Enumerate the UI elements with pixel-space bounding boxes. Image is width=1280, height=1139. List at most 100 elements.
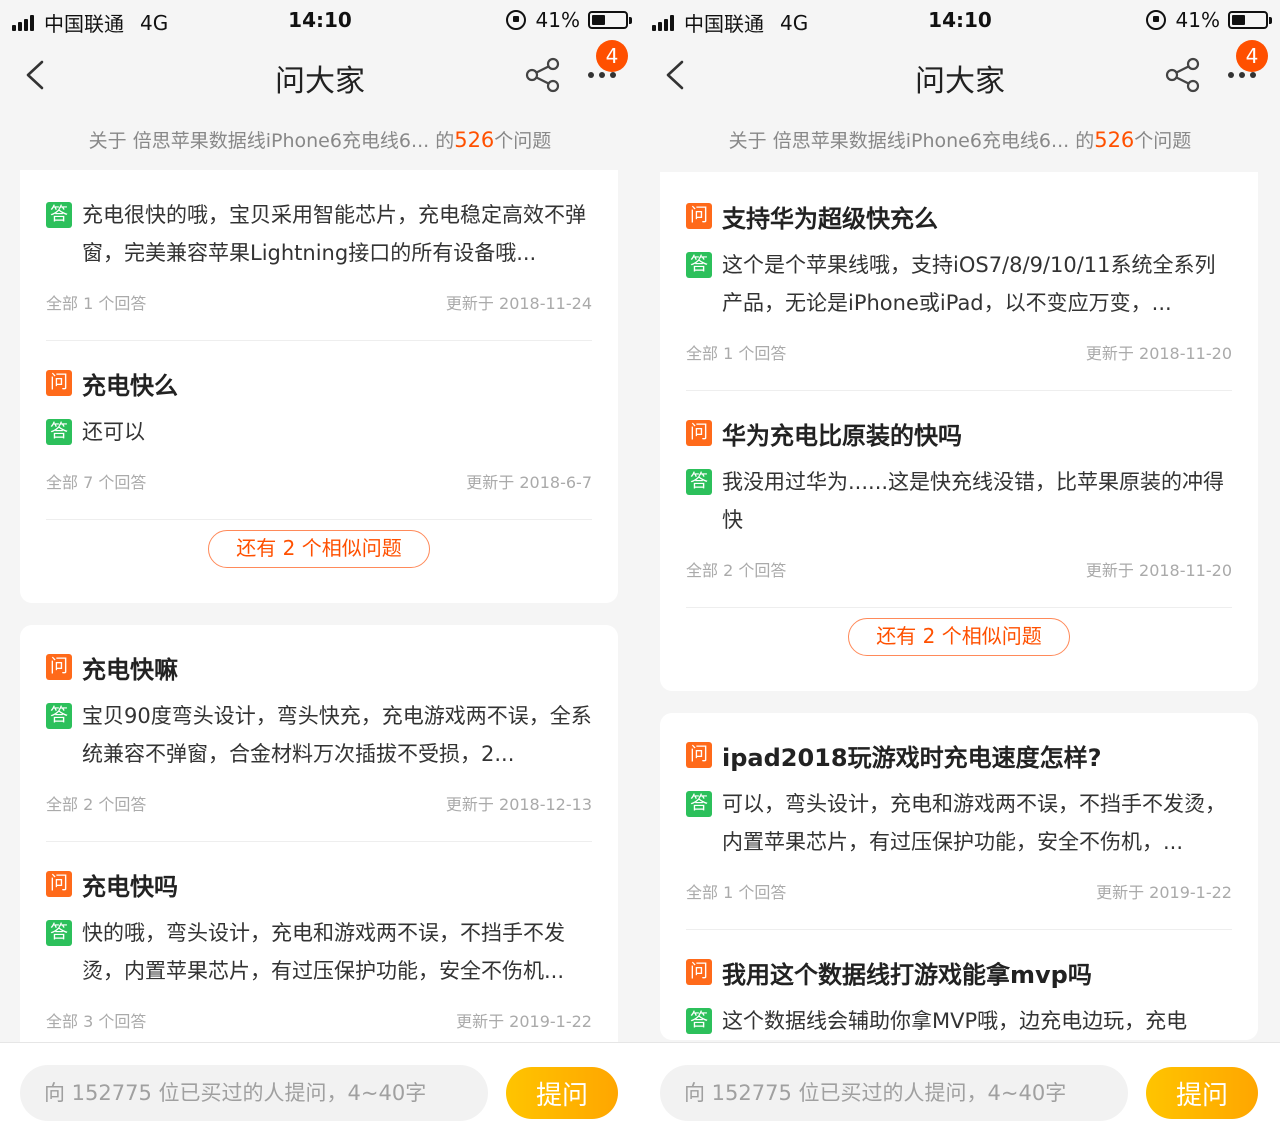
question-card: 问 支持华为超级快充么 答 这个是个苹果线哦，支持iOS7/8/9/10/11系… (660, 172, 1258, 691)
lock-rotation-icon (505, 10, 526, 30)
screen-left: 中国联通 4G 14:10 41% 问大家 4 关于 倍思苹果数据线iPhone… (0, 0, 640, 1139)
answer-text: 我没用过华为......这是快充线没错，比苹果原装的冲得快 (722, 470, 1225, 532)
question-text: 充电快么 (82, 371, 178, 400)
qa-item[interactable]: 问 我用这个数据线打游戏能拿mvp吗 答 这个数据线会辅助你拿MVP哦，边充电边… (686, 930, 1232, 1040)
answer-row: 答 快的哦，弯头设计，充电和游戏两不误，不挡手不发烫，内置苹果芯片，有过压保护功… (46, 914, 592, 990)
qa-item[interactable]: 问 充电快吗 答 快的哦，弯头设计，充电和游戏两不误，不挡手不发烫，内置苹果芯片… (46, 842, 592, 1058)
answer-row: 答 我没用过华为......这是快充线没错，比苹果原装的冲得快 (686, 463, 1232, 539)
answer-tag: 答 (686, 791, 712, 817)
share-icon[interactable] (1164, 56, 1202, 94)
answer-tag: 答 (686, 252, 712, 278)
similar-questions-button[interactable]: 还有 2 个相似问题 (208, 530, 430, 568)
answer-tag: 答 (686, 469, 712, 495)
product-name: 关于 倍思苹果数据线iPhone6充电线6... (728, 130, 1070, 152)
status-right: 41% (505, 8, 632, 32)
question-summary: 关于 倍思苹果数据线iPhone6充电线6... 的526个问题 (728, 128, 1192, 152)
answer-count: 全部 3 个回答 (46, 1012, 147, 1031)
question-count: 526 (1094, 128, 1135, 152)
question-row: 问 支持华为超级快充么 (686, 196, 1232, 236)
question-card: 问 ipad2018玩游戏时充电速度怎样? 答 可以，弯头设计，充电和游戏两不误… (660, 713, 1258, 1040)
share-icon[interactable] (524, 56, 562, 94)
question-count: 526 (454, 128, 495, 152)
answer-text: 充电很快的哦，宝贝采用智能芯片，充电稳定高效不弹窗，完美兼容苹果Lightnin… (82, 203, 586, 265)
qa-item[interactable]: 问 充电快么 答 还可以 全部 7 个回答 更新于 2018-6-7 (46, 341, 592, 520)
answer-text: 这个数据线会辅助你拿MVP哦，边充电边玩，充电 (722, 1009, 1188, 1033)
answer-tag: 答 (46, 920, 72, 946)
qa-item[interactable]: 问 充电快嘛 答 宝贝90度弯头设计，弯头快充，充电游戏两不误，全系统兼容不弹窗… (46, 625, 592, 842)
qa-item[interactable]: 问 华为充电比原装的快吗 答 我没用过华为......这是快充线没错，比苹果原装… (686, 391, 1232, 608)
question-text: 我用这个数据线打游戏能拿mvp吗 (722, 960, 1092, 989)
qa-item[interactable]: 答 充电很快的哦，宝贝采用智能芯片，充电稳定高效不弹窗，完美兼容苹果Lightn… (46, 170, 592, 341)
answer-tag: 答 (46, 703, 72, 729)
answer-tag: 答 (46, 419, 72, 445)
question-row: 问 我用这个数据线打游戏能拿mvp吗 (686, 952, 1232, 992)
battery-percent: 41% (1175, 8, 1220, 32)
question-tag: 问 (46, 654, 72, 680)
updated-date: 更新于 2018-11-20 (1085, 344, 1232, 363)
qa-meta: 全部 2 个回答 更新于 2018-12-13 (46, 773, 592, 841)
updated-date: 更新于 2018-12-13 (445, 795, 592, 814)
updated-date: 更新于 2019-1-22 (456, 1012, 592, 1031)
question-row: 问 充电快嘛 (46, 647, 592, 687)
question-text: ipad2018玩游戏时充电速度怎样? (722, 743, 1102, 772)
answer-count: 全部 7 个回答 (46, 473, 147, 492)
updated-date: 更新于 2018-11-24 (445, 294, 592, 313)
answer-row: 答 可以，弯头设计，充电和游戏两不误，不挡手不发烫，内置苹果芯片，有过压保护功能… (686, 785, 1232, 861)
answer-count: 全部 1 个回答 (686, 344, 787, 363)
answer-count: 全部 1 个回答 (686, 883, 787, 902)
answer-count: 全部 1 个回答 (46, 294, 147, 313)
status-right: 41% (1145, 8, 1272, 32)
ask-question-input[interactable] (660, 1065, 1128, 1121)
nav-bar: 问大家 4 (0, 40, 640, 112)
answer-row: 答 充电很快的哦，宝贝采用智能芯片，充电稳定高效不弹窗，完美兼容苹果Lightn… (46, 196, 592, 272)
question-list: 问 支持华为超级快充么 答 这个是个苹果线哦，支持iOS7/8/9/10/11系… (660, 172, 1258, 1062)
question-row: 问 华为充电比原装的快吗 (686, 413, 1232, 453)
answer-text: 可以，弯头设计，充电和游戏两不误，不挡手不发烫，内置苹果芯片，有过压保护功能，安… (722, 792, 1226, 854)
qa-item[interactable]: 问 支持华为超级快充么 答 这个是个苹果线哦，支持iOS7/8/9/10/11系… (686, 172, 1232, 391)
lock-rotation-icon (1145, 10, 1166, 30)
question-tag: 问 (686, 203, 712, 229)
question-tag: 问 (686, 742, 712, 768)
ask-button[interactable]: 提问 (506, 1067, 618, 1119)
updated-date: 更新于 2018-6-7 (466, 473, 592, 492)
answer-row: 答 这个是个苹果线哦，支持iOS7/8/9/10/11系统全系列产品，无论是iP… (686, 246, 1232, 322)
product-name: 关于 倍思苹果数据线iPhone6充电线6... (88, 130, 430, 152)
answer-count: 全部 2 个回答 (46, 795, 147, 814)
battery-percent: 41% (535, 8, 580, 32)
question-text: 华为充电比原装的快吗 (722, 421, 962, 450)
question-summary: 关于 倍思苹果数据线iPhone6充电线6... 的526个问题 (88, 128, 552, 152)
question-row: 问 ipad2018玩游戏时充电速度怎样? (686, 735, 1232, 775)
question-card: 问 充电快嘛 答 宝贝90度弯头设计，弯头快充，充电游戏两不误，全系统兼容不弹窗… (20, 625, 618, 1058)
question-list: 答 充电很快的哦，宝贝采用智能芯片，充电稳定高效不弹窗，完美兼容苹果Lightn… (20, 170, 618, 1080)
ask-question-input[interactable] (20, 1065, 488, 1121)
ask-bar: 提问 (640, 1042, 1280, 1139)
answer-text: 这个是个苹果线哦，支持iOS7/8/9/10/11系统全系列产品，无论是iPho… (722, 253, 1216, 315)
updated-date: 更新于 2018-11-20 (1085, 561, 1232, 580)
notification-badge: 4 (1236, 40, 1268, 72)
question-row: 问 充电快么 (46, 363, 592, 403)
answer-text: 还可以 (82, 420, 145, 444)
answer-row: 答 还可以 (46, 413, 592, 451)
battery-icon (588, 11, 632, 29)
answer-row: 答 这个数据线会辅助你拿MVP哦，边充电边玩，充电 (686, 1002, 1232, 1040)
answer-count: 全部 2 个回答 (686, 561, 787, 580)
qa-item[interactable]: 问 ipad2018玩游戏时充电速度怎样? 答 可以，弯头设计，充电和游戏两不误… (686, 713, 1232, 930)
qa-meta: 全部 2 个回答 更新于 2018-11-20 (686, 539, 1232, 607)
question-tag: 问 (686, 420, 712, 446)
answer-text: 快的哦，弯头设计，充电和游戏两不误，不挡手不发烫，内置苹果芯片，有过压保护功能，… (82, 921, 565, 983)
nav-bar: 问大家 4 (640, 40, 1280, 112)
ask-bar: 提问 (0, 1042, 640, 1139)
answer-text: 宝贝90度弯头设计，弯头快充，充电游戏两不误，全系统兼容不弹窗，合金材料万次插拔… (82, 704, 592, 766)
answer-tag: 答 (686, 1008, 712, 1034)
question-card: 答 充电很快的哦，宝贝采用智能芯片，充电稳定高效不弹窗，完美兼容苹果Lightn… (20, 170, 618, 603)
question-text: 充电快嘛 (82, 655, 178, 684)
answer-tag: 答 (46, 202, 72, 228)
answer-row: 答 宝贝90度弯头设计，弯头快充，充电游戏两不误，全系统兼容不弹窗，合金材料万次… (46, 697, 592, 773)
screen-right: 中国联通 4G 14:10 41% 问大家 4 关于 倍思苹果数据线iPhone… (640, 0, 1280, 1139)
question-text: 支持华为超级快充么 (722, 204, 938, 233)
qa-meta: 全部 1 个回答 更新于 2018-11-20 (686, 322, 1232, 390)
updated-date: 更新于 2019-1-22 (1096, 883, 1232, 902)
similar-questions-button[interactable]: 还有 2 个相似问题 (848, 618, 1070, 656)
ask-button[interactable]: 提问 (1146, 1067, 1258, 1119)
question-tag: 问 (46, 370, 72, 396)
